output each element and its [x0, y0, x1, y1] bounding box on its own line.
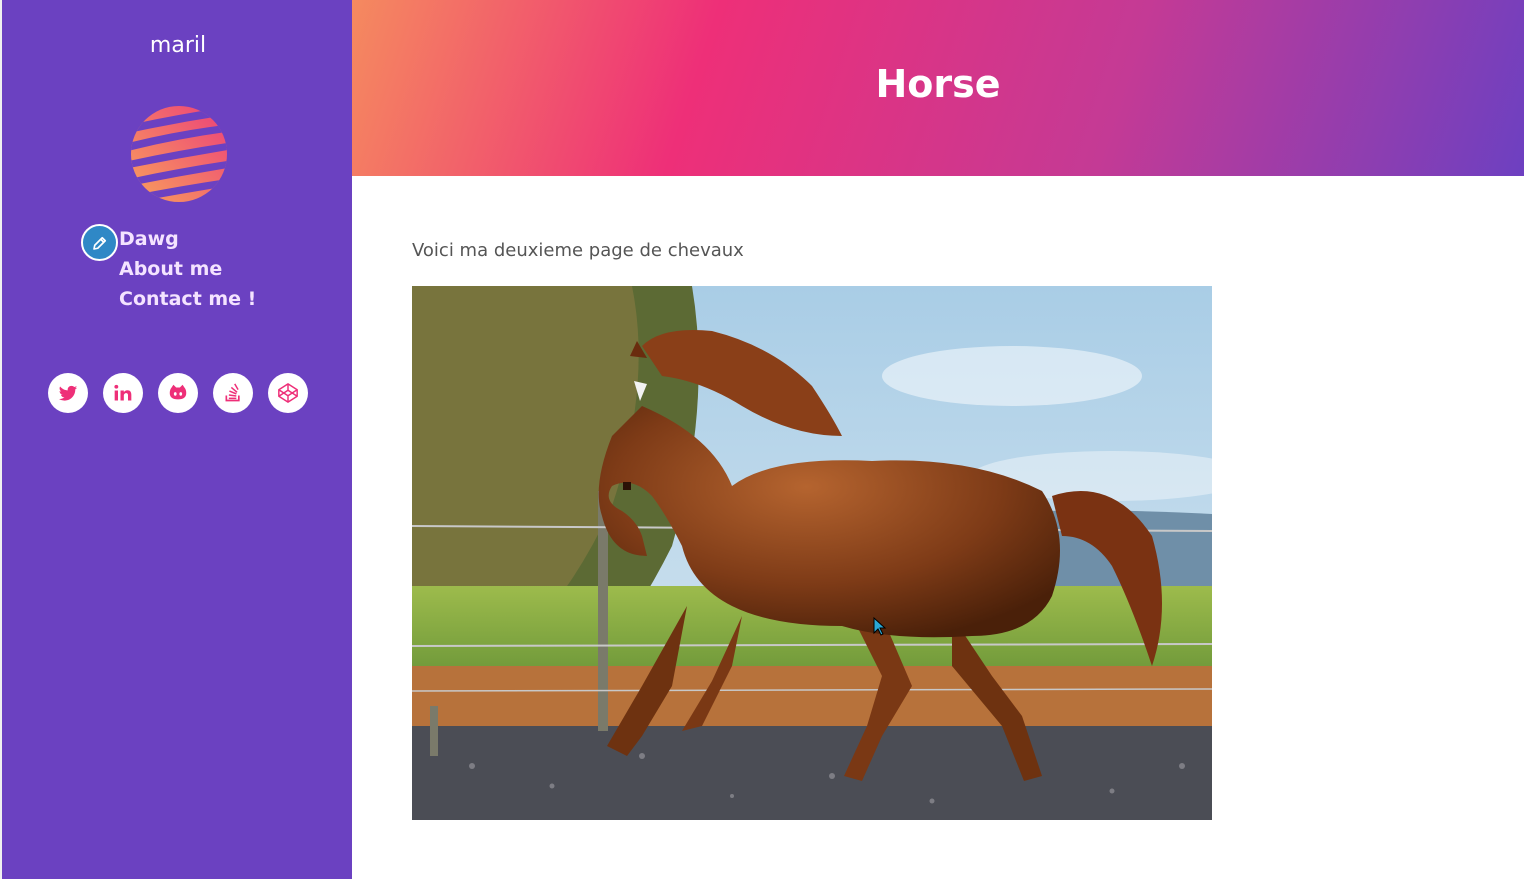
- nav-link-dawg[interactable]: Dawg: [119, 228, 179, 250]
- mouse-cursor-icon: [873, 617, 887, 636]
- logo-icon[interactable]: [129, 104, 229, 204]
- github-button[interactable]: [158, 373, 198, 413]
- stackoverflow-button[interactable]: [213, 373, 253, 413]
- sidebar: maril Dawg About me Contact me !: [0, 0, 352, 879]
- linkedin-icon: [114, 384, 132, 401]
- stackoverflow-icon: [225, 383, 240, 402]
- twitter-button[interactable]: [48, 373, 88, 413]
- edit-icon[interactable]: [81, 224, 118, 261]
- site-title[interactable]: maril: [2, 33, 354, 58]
- page-title: Horse: [875, 62, 1001, 106]
- codepen-button[interactable]: [268, 373, 308, 413]
- horse-image: [412, 286, 1212, 820]
- codepen-icon: [278, 383, 298, 403]
- social-links: [48, 373, 308, 413]
- github-icon: [169, 384, 187, 400]
- nav-item-dawg: Dawg: [119, 226, 256, 256]
- nav-link-about[interactable]: About me: [119, 258, 222, 280]
- main-content: Voici ma deuxieme page de chevaux: [412, 240, 744, 261]
- intro-text: Voici ma deuxieme page de chevaux: [412, 240, 744, 261]
- nav-link-contact[interactable]: Contact me !: [119, 288, 256, 310]
- sidebar-nav: Dawg About me Contact me !: [119, 226, 256, 316]
- nav-item-about: About me: [119, 256, 256, 286]
- linkedin-button[interactable]: [103, 373, 143, 413]
- twitter-icon: [58, 385, 78, 401]
- page-header: Horse: [352, 0, 1524, 176]
- nav-item-contact: Contact me !: [119, 286, 256, 316]
